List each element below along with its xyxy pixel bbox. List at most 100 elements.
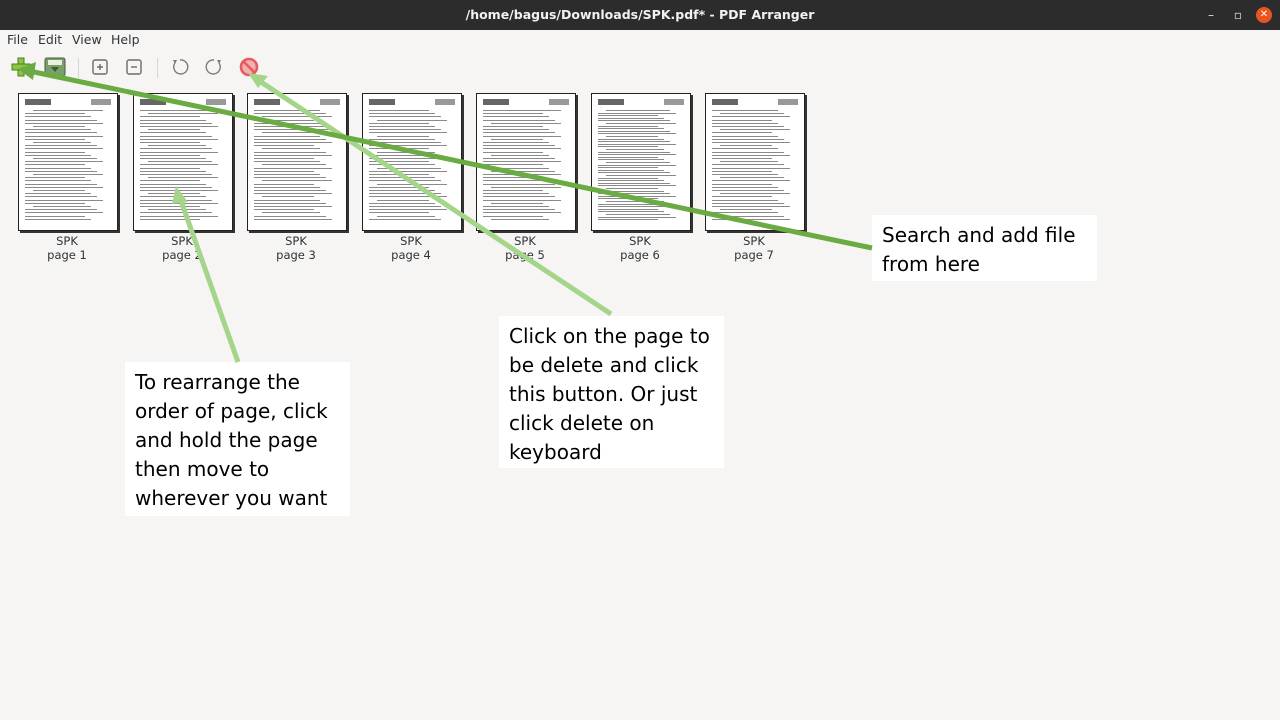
rotate-left-icon[interactable] — [168, 56, 192, 78]
maximize-button[interactable]: ▫ — [1225, 0, 1251, 30]
page-text-line — [140, 196, 206, 198]
add-file-icon[interactable] — [9, 56, 33, 78]
page-text-line — [148, 209, 206, 211]
page-text-line — [140, 180, 200, 182]
page-thumbnail[interactable] — [133, 93, 233, 231]
delete-icon[interactable] — [237, 56, 261, 78]
page-text-line — [25, 202, 85, 204]
page-text-line — [25, 151, 85, 153]
page-text-line — [712, 212, 778, 214]
save-icon[interactable] — [43, 56, 67, 78]
page-text-line — [254, 206, 332, 207]
page-text-line — [377, 119, 447, 121]
page-text-line — [483, 132, 555, 134]
page-text-line — [369, 180, 441, 182]
page-text-line — [25, 122, 103, 124]
page-text-line — [712, 186, 778, 188]
page-header-stamp — [778, 99, 798, 105]
page-text-line — [254, 161, 320, 163]
annotation-add-file: Search and add file from here — [872, 215, 1097, 281]
page-text-line — [483, 190, 543, 191]
page-thumbnail[interactable] — [247, 93, 347, 231]
page-thumbnail[interactable] — [18, 93, 118, 231]
page-text-line — [25, 196, 97, 198]
page-text-line — [598, 128, 664, 130]
page-text-line — [254, 158, 314, 159]
page-text-line — [712, 126, 784, 127]
page-text-line — [33, 158, 97, 159]
page-text-line — [712, 215, 784, 217]
page-text-line — [483, 142, 549, 143]
page-text-line — [140, 148, 212, 150]
menu-edit[interactable]: Edit — [38, 30, 62, 50]
page-text-line — [598, 211, 664, 213]
page-text-line — [598, 198, 658, 200]
page-text-line — [598, 156, 658, 158]
annotation-rearrange: To rearrange the order of page, click an… — [125, 362, 350, 516]
page-text-line — [148, 177, 218, 179]
zoom-in-icon[interactable] — [88, 56, 112, 78]
page-thumbnail[interactable] — [705, 93, 805, 231]
page-text-line — [483, 196, 555, 198]
page-text-line — [369, 206, 441, 207]
page-file-name: SPK — [629, 234, 651, 248]
page-text-line — [606, 201, 664, 202]
page-text-line — [712, 138, 784, 140]
close-button[interactable]: ✕ — [1256, 7, 1272, 23]
page-text-line — [140, 158, 206, 159]
page-text-line — [483, 183, 555, 185]
page-text-line — [606, 149, 664, 150]
page-text-line — [712, 151, 784, 153]
page-text-line — [369, 154, 441, 156]
page-text-line — [25, 119, 97, 121]
page-thumbnail[interactable] — [362, 93, 462, 231]
page-thumbnail[interactable] — [476, 93, 576, 231]
menu-view[interactable]: View — [72, 30, 102, 50]
page-text-line — [148, 161, 212, 163]
page-text-line — [254, 174, 320, 175]
page-text-line — [483, 161, 561, 163]
page-text-line — [598, 146, 658, 148]
page-text-line — [369, 193, 441, 195]
page-text-line — [483, 151, 543, 153]
minimize-button[interactable]: – — [1198, 0, 1224, 30]
page-text-line — [712, 164, 784, 166]
page-text-line — [25, 215, 85, 217]
page-text-line — [598, 138, 664, 140]
page-text-line — [369, 148, 429, 150]
page-header-logo — [598, 99, 624, 105]
page-text-line — [369, 164, 435, 166]
zoom-out-icon[interactable] — [122, 56, 146, 78]
page-text-line — [254, 113, 326, 115]
page-number: page 6 — [620, 248, 660, 262]
page-text-line — [712, 199, 778, 201]
page-text-line — [140, 119, 206, 121]
page-text-line — [483, 164, 543, 166]
page-text-line — [254, 199, 320, 201]
page-text-line — [598, 143, 676, 145]
page-text-line — [254, 110, 320, 111]
page-header-stamp — [91, 99, 111, 105]
page-text-line — [254, 193, 332, 195]
page-text-line — [254, 202, 326, 204]
page-text-line — [712, 142, 790, 143]
page-text-line — [598, 133, 676, 135]
page-text-line — [369, 174, 429, 175]
page-number: page 4 — [391, 248, 431, 262]
page-text-line — [25, 148, 103, 150]
page-text-line — [483, 206, 549, 207]
page-text-line — [598, 195, 676, 197]
page-text-line — [712, 180, 790, 182]
page-text-line — [140, 110, 212, 111]
page-thumbnail[interactable] — [591, 93, 691, 231]
page-text-line — [254, 154, 332, 156]
menu-help[interactable]: Help — [111, 30, 140, 50]
page-text-line — [369, 138, 435, 140]
rotate-right-icon[interactable] — [202, 56, 226, 78]
page-text-line — [720, 193, 790, 195]
page-text-line — [369, 116, 441, 118]
page-text-line — [140, 190, 218, 191]
page-text-line — [262, 148, 320, 150]
page-file-name: SPK — [285, 234, 307, 248]
menu-file[interactable]: File — [7, 30, 28, 50]
